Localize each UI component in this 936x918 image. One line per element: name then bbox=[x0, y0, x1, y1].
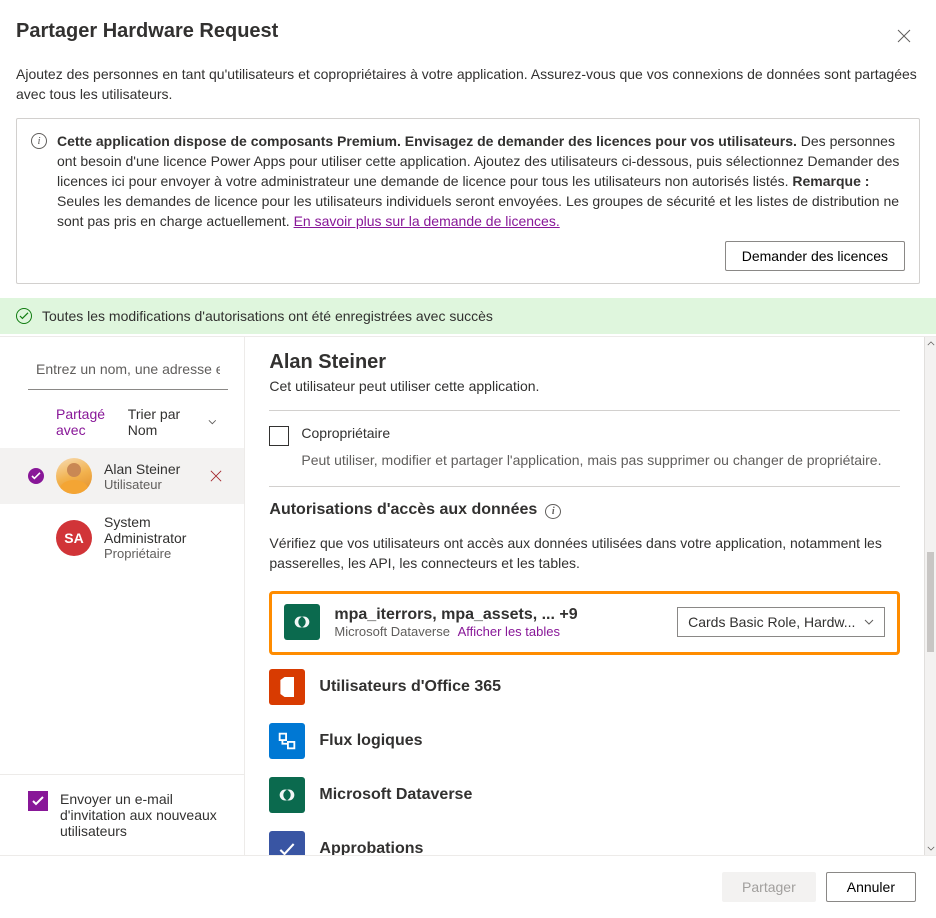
dialog-title: Partager Hardware Request bbox=[16, 20, 278, 43]
data-permissions-heading: Autorisations d'accès aux données bbox=[269, 501, 537, 519]
info-icon: i bbox=[31, 133, 47, 149]
show-tables-link[interactable]: Afficher les tables bbox=[458, 624, 560, 639]
sort-label: Trier par Nom bbox=[128, 406, 202, 438]
search-input[interactable] bbox=[28, 349, 228, 390]
share-button: Partager bbox=[722, 872, 816, 902]
sort-dropdown[interactable]: Trier par Nom bbox=[128, 406, 217, 438]
flow-icon bbox=[269, 723, 305, 759]
coowner-checkbox[interactable] bbox=[269, 426, 289, 446]
role-select-value: Cards Basic Role, Hardw... bbox=[688, 614, 855, 630]
success-text: Toutes les modifications d'autorisations… bbox=[42, 308, 493, 324]
connection-title: Microsoft Dataverse bbox=[319, 786, 472, 804]
connection-subtitle: Microsoft Dataverse bbox=[334, 624, 450, 639]
user-row[interactable]: SA System Administrator Propriétaire bbox=[0, 504, 244, 571]
dataverse-icon bbox=[284, 604, 320, 640]
role-select-dropdown[interactable]: Cards Basic Role, Hardw... bbox=[677, 607, 885, 637]
user-name: System Administrator bbox=[104, 514, 228, 546]
scrollbar-thumb[interactable] bbox=[927, 552, 934, 652]
avatar bbox=[56, 458, 92, 494]
chevron-down-icon bbox=[864, 619, 874, 625]
coowner-label: Copropriétaire bbox=[301, 425, 390, 442]
close-icon[interactable] bbox=[888, 20, 920, 52]
remove-user-icon[interactable] bbox=[204, 464, 228, 488]
selected-user-name: Alan Steiner bbox=[269, 351, 900, 374]
avatar: SA bbox=[56, 520, 92, 556]
dataverse-highlighted-row: mpa_iterrors, mpa_assets, ... +9 Microso… bbox=[269, 591, 900, 655]
divider bbox=[269, 410, 900, 411]
user-row[interactable]: Alan Steiner Utilisateur bbox=[0, 448, 244, 504]
request-licenses-button[interactable]: Demander des licences bbox=[725, 241, 905, 271]
chevron-down-icon bbox=[208, 419, 217, 425]
premium-bold-intro: Cette application dispose de composants … bbox=[57, 133, 797, 149]
success-message-bar: Toutes les modifications d'autorisations… bbox=[0, 298, 936, 334]
connection-row: Microsoft Dataverse bbox=[269, 777, 900, 813]
divider bbox=[269, 486, 900, 487]
premium-notice-text: Cette application dispose de composants … bbox=[57, 131, 905, 231]
send-email-checkbox[interactable] bbox=[28, 791, 48, 811]
user-role: Propriétaire bbox=[104, 546, 228, 561]
selected-user-description: Cet utilisateur peut utiliser cette appl… bbox=[269, 378, 900, 394]
cancel-button[interactable]: Annuler bbox=[826, 872, 916, 902]
info-icon[interactable]: i bbox=[545, 504, 561, 519]
premium-remark: Remarque : bbox=[792, 173, 869, 189]
selected-check-icon bbox=[28, 468, 44, 484]
approvals-icon bbox=[269, 831, 305, 855]
connection-title: Utilisateurs d'Office 365 bbox=[319, 678, 501, 696]
scroll-down-arrow[interactable] bbox=[925, 842, 936, 855]
connection-row: Utilisateurs d'Office 365 bbox=[269, 669, 900, 705]
connection-row: Flux logiques bbox=[269, 723, 900, 759]
send-email-label: Envoyer un e-mail d'invitation aux nouve… bbox=[60, 791, 220, 839]
data-permissions-description: Vérifiez que vos utilisateurs ont accès … bbox=[269, 533, 900, 573]
user-role: Utilisateur bbox=[104, 477, 180, 492]
dialog-description: Ajoutez des personnes en tant qu'utilisa… bbox=[0, 64, 936, 118]
success-icon bbox=[16, 308, 32, 324]
connection-title: Flux logiques bbox=[319, 732, 422, 750]
shared-with-tab[interactable]: Partagé avec bbox=[56, 406, 128, 438]
connection-title: Approbations bbox=[319, 840, 423, 855]
premium-learn-more-link[interactable]: En savoir plus sur la demande de licence… bbox=[294, 213, 560, 229]
office-icon bbox=[269, 669, 305, 705]
connection-title: mpa_iterrors, mpa_assets, ... +9 bbox=[334, 606, 663, 624]
dataverse-icon bbox=[269, 777, 305, 813]
coowner-description: Peut utiliser, modifier et partager l'ap… bbox=[301, 452, 900, 468]
scroll-up-arrow[interactable] bbox=[925, 337, 936, 350]
premium-notice: i Cette application dispose de composant… bbox=[16, 118, 920, 284]
scrollbar[interactable] bbox=[924, 337, 936, 855]
connection-row: Approbations bbox=[269, 831, 900, 855]
user-name: Alan Steiner bbox=[104, 461, 180, 477]
